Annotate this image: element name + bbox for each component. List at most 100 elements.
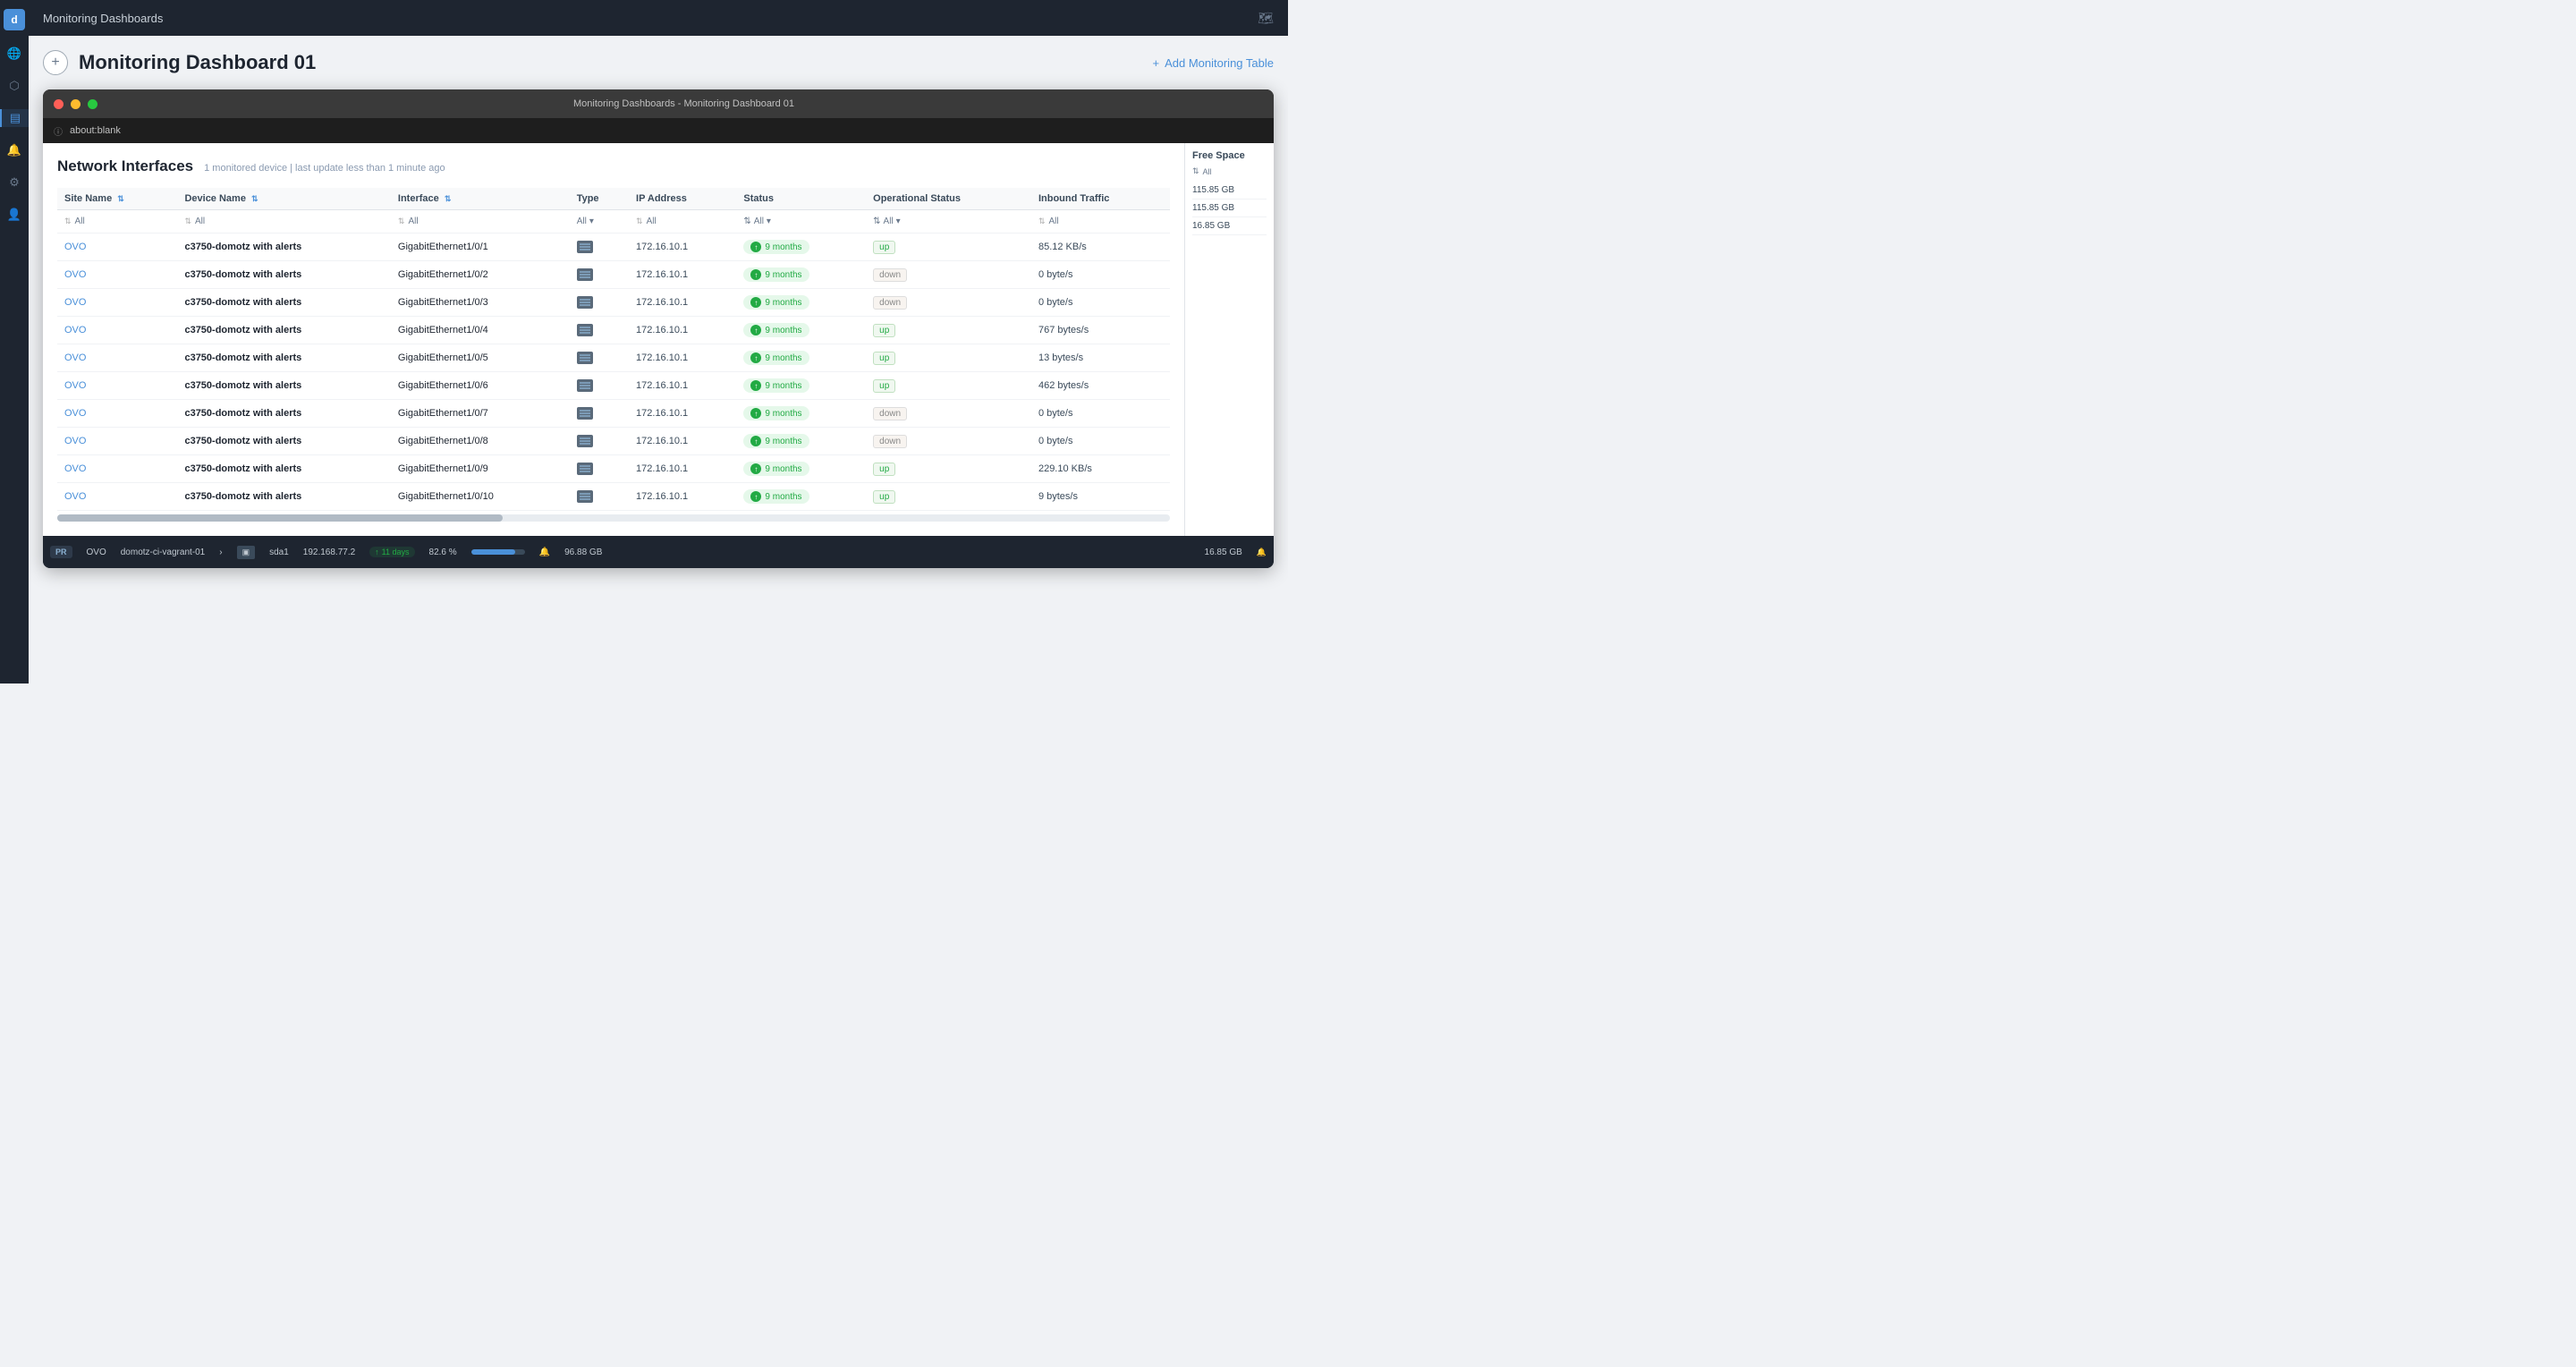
badge-icon-1: ↑ bbox=[750, 269, 761, 280]
col-device-name[interactable]: Device Name ⇅ bbox=[177, 188, 390, 210]
table-row[interactable]: OVO c3750-domotz with alerts GigabitEthe… bbox=[57, 372, 1170, 400]
table-row[interactable]: OVO c3750-domotz with alerts GigabitEthe… bbox=[57, 400, 1170, 428]
cell-site-8: OVO bbox=[57, 455, 177, 483]
col-type[interactable]: Type bbox=[570, 188, 629, 210]
horizontal-scrollbar[interactable] bbox=[57, 514, 1170, 522]
op-status-4: up bbox=[873, 352, 895, 365]
browser-info-icon: ⓘ bbox=[54, 124, 63, 138]
col-interface[interactable]: Interface ⇅ bbox=[391, 188, 570, 210]
filter-status[interactable]: ⇅ All ▾ bbox=[736, 210, 866, 233]
bottom-device: domotz-ci-vagrant-01 bbox=[121, 548, 205, 557]
cell-op-9: up bbox=[866, 483, 1031, 511]
table-heading: Network Interfaces bbox=[57, 157, 193, 175]
cell-op-0: up bbox=[866, 233, 1031, 261]
sidebar-logo[interactable]: d bbox=[4, 9, 25, 30]
cell-status-0: ↑ 9 months bbox=[736, 233, 866, 261]
cell-type-3 bbox=[570, 317, 629, 344]
cell-device-3: c3750-domotz with alerts bbox=[177, 317, 390, 344]
sidebar-icon-user[interactable]: 👤 bbox=[5, 206, 23, 224]
badge-icon-0: ↑ bbox=[750, 242, 761, 252]
table-row[interactable]: OVO c3750-domotz with alerts GigabitEthe… bbox=[57, 455, 1170, 483]
cell-type-1 bbox=[570, 261, 629, 289]
cell-traffic-0: 85.12 KB/s bbox=[1031, 233, 1170, 261]
filter-interface[interactable]: ⇅ All bbox=[391, 210, 570, 233]
table-row[interactable]: OVO c3750-domotz with alerts GigabitEthe… bbox=[57, 233, 1170, 261]
browser-minimize-dot[interactable] bbox=[71, 99, 80, 109]
col-op-status[interactable]: Operational Status bbox=[866, 188, 1031, 210]
network-interfaces-table: Site Name ⇅ Device Name ⇅ Interface ⇅ bbox=[57, 188, 1170, 511]
filter-device[interactable]: ⇅ All bbox=[177, 210, 390, 233]
sort-icon-interface: ⇅ bbox=[445, 194, 452, 204]
sort-icon-site: ⇅ bbox=[117, 194, 124, 204]
cell-ip-8: 172.16.10.1 bbox=[629, 455, 736, 483]
filter-type[interactable]: All ▾ bbox=[570, 210, 629, 233]
col-ip[interactable]: IP Address bbox=[629, 188, 736, 210]
sidebar-icon-globe[interactable]: 🌐 bbox=[5, 45, 23, 63]
bottom-alert-right: 🔔 bbox=[1257, 548, 1267, 557]
cell-type-4 bbox=[570, 344, 629, 372]
page-header: + Monitoring Dashboard 01 + Add Monitori… bbox=[43, 50, 1274, 75]
add-button[interactable]: + bbox=[43, 50, 68, 75]
page-header-left: + Monitoring Dashboard 01 bbox=[43, 50, 316, 75]
right-panel-filter[interactable]: ⇅ All bbox=[1192, 166, 1267, 176]
op-status-7: down bbox=[873, 435, 907, 448]
table-row[interactable]: OVO c3750-domotz with alerts GigabitEthe… bbox=[57, 428, 1170, 455]
sidebar-icon-tools[interactable]: ⚙ bbox=[5, 174, 23, 191]
type-icon-2 bbox=[577, 296, 593, 309]
filter-ip[interactable]: ⇅ All bbox=[629, 210, 736, 233]
disk-icon-container: ▣ bbox=[237, 546, 256, 559]
bottom-disk: sda1 bbox=[269, 548, 289, 557]
filter-op-status[interactable]: ⇅ All ▾ bbox=[866, 210, 1031, 233]
badge-icon-4: ↑ bbox=[750, 352, 761, 363]
cell-type-6 bbox=[570, 400, 629, 428]
cell-status-7: ↑ 9 months bbox=[736, 428, 866, 455]
cell-op-6: down bbox=[866, 400, 1031, 428]
right-panel-filter-icon: ⇅ bbox=[1192, 166, 1199, 176]
right-panel-filter-label: All bbox=[1203, 167, 1212, 176]
add-monitoring-table-button[interactable]: + Add Monitoring Table bbox=[1153, 56, 1275, 70]
cell-status-2: ↑ 9 months bbox=[736, 289, 866, 317]
table-row[interactable]: OVO c3750-domotz with alerts GigabitEthe… bbox=[57, 344, 1170, 372]
cell-status-1: ↑ 9 months bbox=[736, 261, 866, 289]
cell-ip-9: 172.16.10.1 bbox=[629, 483, 736, 511]
sidebar-icon-bell[interactable]: 🔔 bbox=[5, 141, 23, 159]
browser-content: Network Interfaces 1 monitored device | … bbox=[43, 143, 1274, 536]
filter-inbound[interactable]: ⇅ All bbox=[1031, 210, 1170, 233]
op-status-2: down bbox=[873, 296, 907, 310]
cell-interface-3: GigabitEthernet1/0/4 bbox=[391, 317, 570, 344]
horizontal-scrollbar-thumb[interactable] bbox=[57, 514, 503, 522]
cell-device-7: c3750-domotz with alerts bbox=[177, 428, 390, 455]
table-row[interactable]: OVO c3750-domotz with alerts GigabitEthe… bbox=[57, 483, 1170, 511]
browser-maximize-dot[interactable] bbox=[88, 99, 97, 109]
col-site-name[interactable]: Site Name ⇅ bbox=[57, 188, 177, 210]
table-row[interactable]: OVO c3750-domotz with alerts GigabitEthe… bbox=[57, 261, 1170, 289]
cell-traffic-1: 0 byte/s bbox=[1031, 261, 1170, 289]
browser-close-dot[interactable] bbox=[54, 99, 64, 109]
cell-status-6: ↑ 9 months bbox=[736, 400, 866, 428]
cell-site-1: OVO bbox=[57, 261, 177, 289]
cell-interface-4: GigabitEthernet1/0/5 bbox=[391, 344, 570, 372]
sidebar-icon-hex[interactable]: ⬡ bbox=[5, 77, 23, 95]
filter-site[interactable]: ⇅ All bbox=[57, 210, 177, 233]
op-status-0: up bbox=[873, 241, 895, 254]
cell-site-4: OVO bbox=[57, 344, 177, 372]
browser-window: Monitoring Dashboards - Monitoring Dashb… bbox=[43, 89, 1274, 568]
type-icon-9 bbox=[577, 490, 593, 503]
cell-device-4: c3750-domotz with alerts bbox=[177, 344, 390, 372]
cell-interface-2: GigabitEthernet1/0/3 bbox=[391, 289, 570, 317]
cell-device-0: c3750-domotz with alerts bbox=[177, 233, 390, 261]
sidebar-icon-dashboard[interactable]: ▤ bbox=[0, 109, 29, 127]
type-icon-4 bbox=[577, 352, 593, 364]
filter-type-label: All bbox=[577, 217, 587, 226]
table-row[interactable]: OVO c3750-domotz with alerts GigabitEthe… bbox=[57, 317, 1170, 344]
topbar-map-icon[interactable]: 🗺 bbox=[1258, 11, 1274, 26]
table-row[interactable]: OVO c3750-domotz with alerts GigabitEthe… bbox=[57, 289, 1170, 317]
table-section: Network Interfaces 1 monitored device | … bbox=[43, 143, 1184, 536]
table-container: Network Interfaces 1 monitored device | … bbox=[43, 143, 1184, 536]
type-icon-3 bbox=[577, 324, 593, 336]
filter-icon-interface: ⇅ bbox=[398, 217, 405, 226]
progress-bar-fill bbox=[471, 549, 516, 555]
col-inbound[interactable]: Inbound Traffic bbox=[1031, 188, 1170, 210]
col-status[interactable]: Status bbox=[736, 188, 866, 210]
table-wrapper: Site Name ⇅ Device Name ⇅ Interface ⇅ bbox=[57, 188, 1170, 522]
